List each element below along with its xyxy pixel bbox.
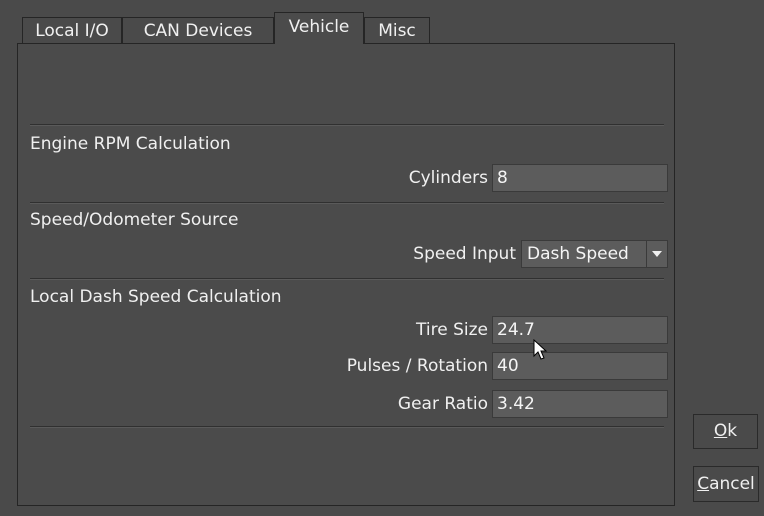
local-dash-section-title: Local Dash Speed Calculation	[30, 287, 282, 307]
engine-rpm-section-title: Engine RPM Calculation	[30, 134, 231, 154]
tab-vehicle[interactable]: Vehicle	[274, 12, 364, 44]
tab-local-io[interactable]: Local I/O	[22, 17, 122, 44]
cylinders-field[interactable]: 8	[492, 164, 668, 192]
tire-size-label: Tire Size	[416, 320, 488, 340]
tab-misc[interactable]: Misc	[364, 17, 430, 44]
cylinders-label: Cylinders	[408, 168, 488, 188]
tab-can-devices[interactable]: CAN Devices	[122, 17, 274, 44]
ok-mnemonic: O	[713, 421, 728, 441]
separator	[30, 278, 664, 280]
separator	[30, 426, 664, 428]
speed-input-select[interactable]: Dash Speed	[521, 240, 668, 268]
cancel-label-rest: ancel	[709, 474, 755, 494]
speed-source-section-title: Speed/Odometer Source	[30, 210, 239, 230]
cancel-mnemonic: C	[697, 474, 710, 494]
ok-button[interactable]: Ok	[693, 414, 758, 449]
chevron-down-icon[interactable]	[646, 241, 667, 267]
tire-size-field[interactable]: 24.7	[492, 316, 668, 344]
gear-ratio-label: Gear Ratio	[397, 394, 488, 414]
separator	[30, 202, 664, 204]
ok-label-rest: k	[727, 421, 738, 441]
speed-input-label: Speed Input	[413, 244, 516, 264]
pulses-rotation-label: Pulses / Rotation	[346, 356, 488, 376]
gear-ratio-field[interactable]: 3.42	[492, 390, 668, 418]
vehicle-settings-panel: Engine RPM Calculation Cylinders 8 Speed…	[17, 43, 675, 506]
cancel-button[interactable]: Cancel	[693, 466, 759, 502]
speed-input-value: Dash Speed	[527, 244, 629, 264]
pulses-rotation-field[interactable]: 40	[492, 352, 668, 380]
separator	[30, 124, 664, 126]
mouse-pointer-icon	[533, 339, 548, 360]
